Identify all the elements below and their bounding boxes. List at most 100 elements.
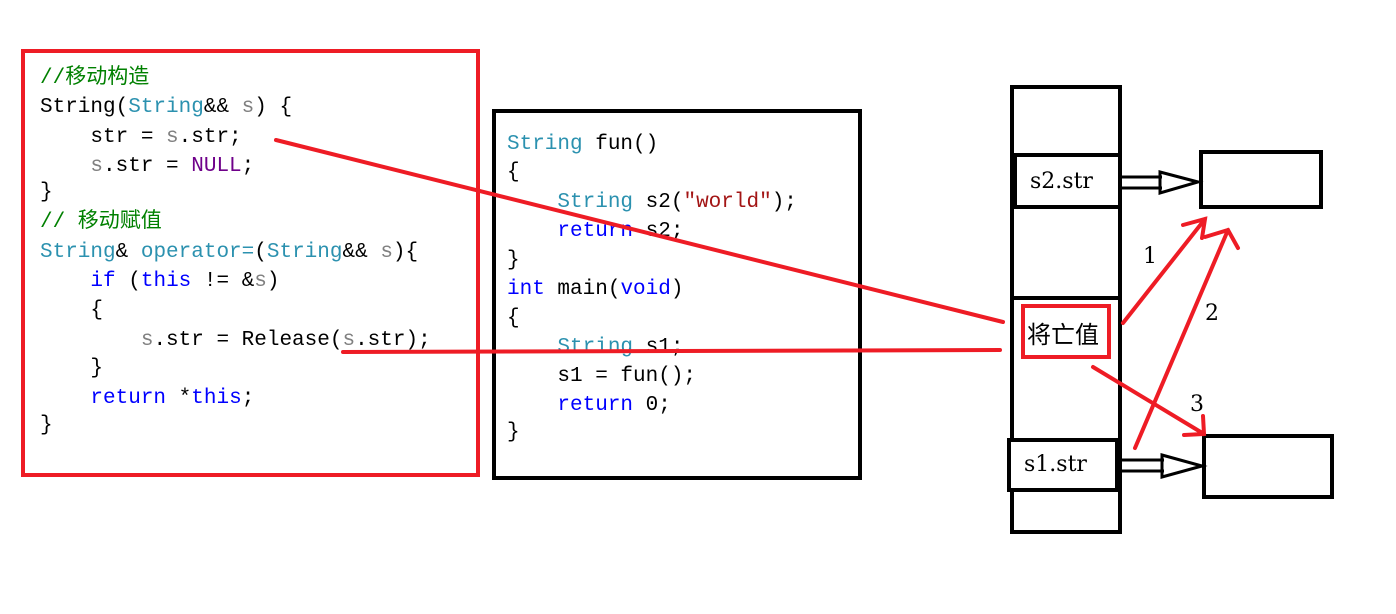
s2-heap-block [1199,150,1323,209]
code-line: s.str = NULL; [40,155,254,178]
code-token: & [116,241,141,264]
code-token: 0; [633,394,671,417]
code-token [40,155,90,178]
arrow-1-label: 1 [1143,244,1157,269]
code-line: String(String&& s) { [40,96,292,119]
code-token: void [620,278,670,301]
code-token: int [507,278,545,301]
code-line: } [40,414,53,437]
s1-str-label: s1.str [1024,452,1087,477]
code-token: String [557,336,633,359]
code-line: } [507,421,520,444]
code-token: ( [116,270,141,293]
code-token: } [40,414,53,437]
code-token: str = [40,126,166,149]
code-line: if (this != &s) [40,270,280,293]
fun-main-code: String fun() { String s2("world"); return… [507,133,797,444]
code-token: ; [242,155,255,178]
code-line: // 移动赋值 [40,209,162,234]
code-token: s1; [633,336,683,359]
code-token: s [342,329,355,352]
move-semantics-diagram: //移动构造String(String&& s) { str = s.str; … [21,49,1334,534]
code-token: && [343,241,381,264]
code-token: s [380,241,393,264]
code-token: { [40,299,103,322]
code-line: String fun() [507,133,658,156]
code-token: s2( [633,191,683,214]
code-token: String [267,241,343,264]
code-line: } [40,181,53,204]
code-line: //移动构造 [40,65,149,90]
arrow-2-label: 2 [1205,301,1219,326]
code-line: return 0; [507,394,671,417]
code-token [40,387,90,410]
code-token: } [507,249,520,272]
code-token [507,220,557,243]
code-line: return *this; [40,387,254,410]
code-token: s [141,329,154,352]
code-token: s [242,96,255,119]
code-token: } [40,181,53,204]
code-line: } [507,249,520,272]
code-token: if [90,270,115,293]
code-line: { [507,161,520,184]
code-line: } [40,357,103,380]
code-line: { [40,299,103,322]
code-token: ( [254,241,267,264]
s1-heap-block [1202,434,1334,499]
code-line: String& operator=(String&& s){ [40,241,418,264]
code-token: String( [40,96,128,119]
arrow-1 [1121,216,1208,325]
code-line: String s1; [507,336,683,359]
code-token: ){ [393,241,418,264]
code-token: String [128,96,204,119]
code-token: { [507,161,520,184]
code-token: * [166,387,191,410]
code-token: } [507,421,520,444]
code-token: this [141,270,191,293]
code-line: { [507,307,520,330]
code-line: str = s.str; [40,126,242,149]
code-token: .str = [103,155,191,178]
code-token: return [557,394,633,417]
code-token: && [204,96,242,119]
s1-pointer-arrow [1120,453,1208,479]
code-token: operator= [141,241,254,264]
move-functions-code: //移动构造String(String&& s) { str = s.str; … [40,65,431,437]
code-token: String [507,133,583,156]
code-token: this [191,387,241,410]
code-token: != & [191,270,254,293]
code-token: ; [242,387,255,410]
arrow-3 [1091,365,1207,437]
code-token: String [557,191,633,214]
code-line: int main(void) [507,278,683,301]
code-line: return s2; [507,220,683,243]
code-token: return [557,220,633,243]
code-line: s1 = fun(); [507,365,696,388]
code-token: s1 = fun(); [507,365,696,388]
code-token: } [40,357,103,380]
code-token: { [507,307,520,330]
code-token [40,270,90,293]
code-token: main( [545,278,621,301]
code-token: //移动构造 [40,65,149,90]
code-token: ) { [254,96,292,119]
code-token [507,336,557,359]
code-token: .str = Release( [153,329,342,352]
code-token [40,329,141,352]
code-token: String [40,241,116,264]
move-assign-link-line [341,348,1002,354]
code-token: NULL [191,155,241,178]
code-token: ) [671,278,684,301]
xvalue-label: 将亡值 [1027,321,1099,349]
code-line: s.str = Release(s.str); [40,329,431,352]
code-token [507,394,557,417]
code-token: .str; [179,126,242,149]
code-token: s [90,155,103,178]
code-token: ); [772,191,797,214]
code-token: "world" [683,191,771,214]
code-token: // 移动赋值 [40,209,162,234]
code-token: s [166,126,179,149]
code-token: fun() [583,133,659,156]
code-token: return [90,387,166,410]
